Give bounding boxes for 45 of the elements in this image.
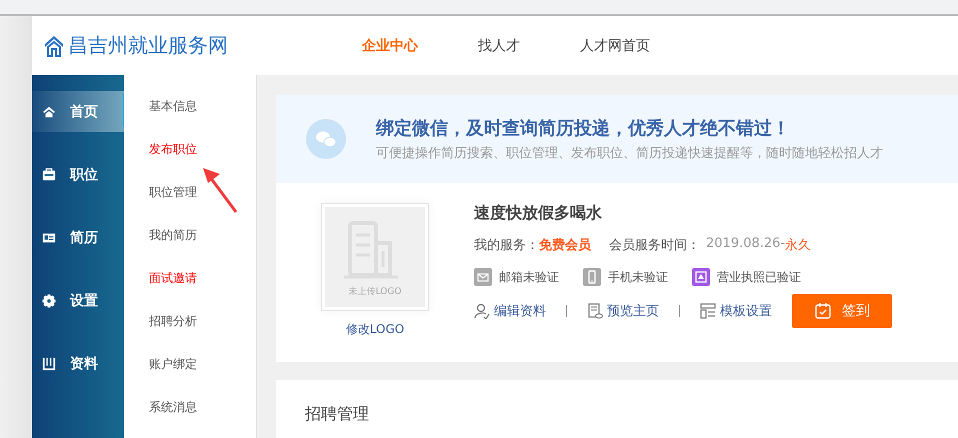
verification-status: 营业执照已验证 [717,268,801,286]
site-logo-text[interactable]: 昌吉州就业服务网 [68,32,228,59]
profile-link[interactable]: 编辑资料 [474,302,546,320]
template-icon [700,303,716,319]
submenu-link[interactable]: 职位管理 [124,183,197,201]
sidebar-item[interactable]: 首页 [32,91,124,132]
submenu-link[interactable]: 我的简历 [124,226,197,244]
sidebar-item[interactable]: 设置 [32,280,124,321]
preview-icon [587,303,603,319]
period-end: 永久 [785,237,812,254]
period-start: 2019.08.26- [706,236,786,253]
edit-icon [474,303,490,319]
submenu-link[interactable]: 发布职位 [124,140,197,158]
submenu-link[interactable]: 系统消息 [124,398,197,416]
job-icon [42,168,56,182]
period-label: 会员服务时间： [609,237,700,254]
banner-title: 绑定微信，及时查询简历投递，优秀人才绝不错过！ [376,117,791,140]
profile-link[interactable]: 预览主页 [587,302,659,320]
settings-icon [42,294,56,308]
submenu-link[interactable]: 招聘分析 [124,312,197,330]
docs-icon [42,356,56,370]
resume-icon [42,230,56,244]
sidebar-item[interactable]: 简历 [32,217,124,258]
home-icon [42,104,56,118]
calendar-check-icon [814,302,832,320]
profile-link[interactable]: 模板设置 [700,302,772,320]
submenu-link[interactable]: 基本信息 [124,97,197,115]
annotation-arrow [200,165,240,215]
service-label: 我的服务： [474,237,539,254]
logo-placeholder-text: 未上传LOGO [348,286,402,298]
sidebar-item[interactable]: 职位 [32,154,124,195]
submenu-link[interactable]: 账户绑定 [124,355,197,373]
sidebar-item[interactable]: 资料 [32,343,124,384]
submenu-link[interactable]: 面试邀请 [124,269,197,287]
banner-subtitle: 可便捷操作简历搜索、职位管理、发布职位、简历投递快速提醒等，随时随地轻松招人才 [376,145,883,162]
nav-link[interactable]: 找人才 [478,36,520,54]
service-value: 免费会员 [539,237,591,254]
company-name: 速度快放假多喝水 [474,203,603,224]
verification-status: 邮箱未验证 [499,268,559,286]
nav-link[interactable]: 人才网首页 [580,36,650,54]
verification-status: 手机未验证 [608,268,668,286]
chat-bubbles-icon [306,119,346,159]
house-logo-icon [44,34,64,56]
change-logo-link[interactable]: 修改LOGO [346,321,404,338]
section-title: 招聘管理 [305,404,369,423]
